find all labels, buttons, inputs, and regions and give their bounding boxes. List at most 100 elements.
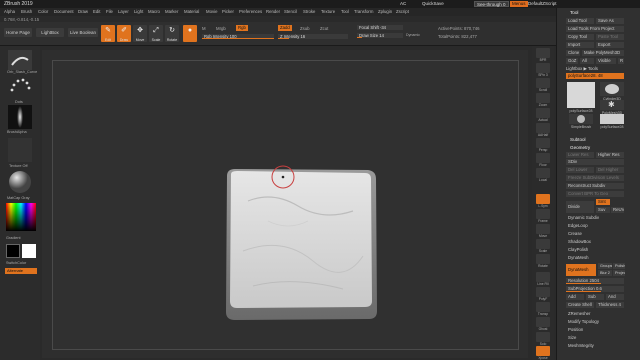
reuv-button[interactable]: ReUV bbox=[611, 207, 624, 213]
frame-button[interactable]: Frame bbox=[536, 209, 550, 223]
transp-button[interactable]: Transp bbox=[536, 302, 550, 316]
zoom-button[interactable]: Zoom bbox=[536, 93, 550, 107]
home-page-button[interactable]: Home Page bbox=[4, 28, 32, 37]
project-button[interactable]: Project bbox=[613, 270, 625, 276]
menu-light[interactable]: Light bbox=[134, 9, 143, 14]
current-tool-slider[interactable]: polySurface28. 48 bbox=[566, 73, 624, 79]
solo-button[interactable]: Solo bbox=[536, 332, 550, 346]
del-lower-button[interactable]: Del Lower bbox=[566, 167, 594, 173]
alternate-button[interactable]: Alternate bbox=[5, 268, 37, 274]
and-button[interactable]: And bbox=[606, 294, 624, 300]
ghost-button[interactable]: Ghost bbox=[536, 317, 550, 331]
draw-size-slider[interactable]: Draw Size 14 bbox=[357, 33, 403, 38]
subprojection-slider[interactable]: SubProjection 0.6 bbox=[566, 286, 624, 292]
zadd-button[interactable]: Zadd bbox=[278, 25, 292, 31]
clone-button[interactable]: Clone bbox=[566, 50, 580, 56]
add-button[interactable]: Add bbox=[566, 294, 584, 300]
all-button[interactable]: All bbox=[580, 58, 594, 64]
copy-tool-button[interactable]: Copy Tool bbox=[566, 34, 594, 40]
spix-button[interactable]: SPix 3 bbox=[536, 63, 550, 77]
size-header[interactable]: Size bbox=[568, 335, 576, 341]
divide-button[interactable]: Divide bbox=[566, 201, 594, 213]
resolution-slider[interactable]: Resolution 2504 bbox=[566, 278, 624, 284]
switch-color-button[interactable]: SwitchColor bbox=[6, 261, 26, 265]
convert-bpr-button[interactable]: Convert BPR To Geo bbox=[566, 191, 624, 197]
groups-button[interactable]: Groups bbox=[598, 263, 612, 269]
edgeloop-header[interactable]: EdgeLoop bbox=[568, 223, 588, 229]
focal-shift-slider[interactable]: Focal Shift -34 bbox=[357, 25, 403, 30]
polyf-button[interactable]: PolyF bbox=[536, 287, 550, 301]
zsub-button[interactable]: Zsub bbox=[300, 26, 310, 31]
document-canvas[interactable] bbox=[52, 60, 519, 350]
material-sphere-button[interactable]: ● bbox=[183, 25, 197, 42]
menu-color[interactable]: Color bbox=[38, 9, 48, 14]
sdiv-slider[interactable]: SDiv bbox=[566, 159, 624, 165]
menu-document[interactable]: Document bbox=[54, 9, 74, 14]
crease-header[interactable]: Crease bbox=[568, 231, 582, 237]
menu-material[interactable]: Material bbox=[184, 9, 199, 14]
scroll-button[interactable]: Scroll bbox=[536, 78, 550, 92]
menu-brush[interactable]: Brush bbox=[21, 9, 32, 14]
see-through-slider[interactable]: See-through 0 bbox=[474, 1, 509, 7]
default-zscript-button[interactable]: DefaultZScript bbox=[526, 1, 559, 7]
scale-view-button[interactable]: Scale bbox=[536, 239, 550, 253]
z-intensity-slider[interactable]: Z Intensity 16 bbox=[278, 34, 348, 39]
menu-picker[interactable]: Picker bbox=[222, 9, 234, 14]
brush-thumbnail[interactable] bbox=[8, 50, 32, 70]
scale-mode-button[interactable]: ⤢ Scale bbox=[149, 25, 163, 42]
reconstruct-subdiv-button[interactable]: Reconstruct Subdiv bbox=[566, 183, 624, 189]
lower-res-button[interactable]: Lower Res bbox=[566, 152, 594, 158]
persp-button[interactable]: Persp bbox=[536, 138, 550, 152]
freeze-subdiv-button[interactable]: Freeze SubDivision Levels bbox=[566, 175, 624, 181]
import-button[interactable]: Import bbox=[566, 42, 594, 48]
menu-tool[interactable]: Tool bbox=[341, 9, 349, 14]
edit-mode-button[interactable]: ✎ Edit bbox=[101, 25, 115, 42]
menu-render[interactable]: Render bbox=[266, 9, 280, 14]
rgb-button[interactable]: Rgb bbox=[236, 25, 248, 31]
menu-draw[interactable]: Draw bbox=[78, 9, 88, 14]
menus-button[interactable]: Menus bbox=[510, 1, 528, 7]
dynamesh-button[interactable]: DynaMesh bbox=[566, 264, 596, 276]
tool-thumb-cylinder[interactable]: Cylinder3D bbox=[600, 82, 624, 101]
tool-thumb-simplebrush[interactable]: SimpleBrush bbox=[569, 114, 593, 129]
menu-stroke[interactable]: Stroke bbox=[303, 9, 315, 14]
dynamic-button[interactable]: Dynamic bbox=[406, 33, 420, 37]
zremesher-header[interactable]: ZRemesher bbox=[568, 311, 590, 317]
aahalf-button[interactable]: AAHalf bbox=[536, 123, 550, 137]
r-button[interactable]: R bbox=[618, 58, 624, 64]
move-mode-button[interactable]: ✥ Move bbox=[133, 25, 147, 42]
ac-button[interactable]: AC bbox=[398, 1, 408, 7]
blur-slider[interactable]: Blur 2 bbox=[598, 270, 612, 276]
load-tool-button[interactable]: Load Tool bbox=[566, 18, 594, 24]
menu-preferences[interactable]: Preferences bbox=[239, 9, 262, 14]
visible-button[interactable]: Visible bbox=[596, 58, 616, 64]
save-as-button[interactable]: Save As bbox=[596, 18, 624, 24]
viewport[interactable] bbox=[53, 61, 520, 351]
geometry-header[interactable]: Geometry bbox=[570, 145, 590, 150]
export-button[interactable]: Export bbox=[596, 42, 624, 48]
menu-transform[interactable]: Transform bbox=[354, 9, 373, 14]
zcut-button[interactable]: Zcut bbox=[320, 26, 328, 31]
actual-button[interactable]: Actual bbox=[536, 108, 550, 122]
smt-button[interactable]: Smt bbox=[596, 199, 610, 205]
draw-mode-button[interactable]: ✐ Draw bbox=[117, 25, 131, 42]
rgb-intensity-slider[interactable]: Rgb Intensity 100 bbox=[202, 34, 274, 39]
tool-thumb-polymesh[interactable]: ✱ PolyMesh3D bbox=[600, 100, 624, 115]
claypolish-header[interactable]: ClayPolish bbox=[568, 247, 588, 253]
alpha-thumbnail[interactable] bbox=[8, 105, 32, 129]
tool-thumb-polysurface[interactable]: polySurface28 bbox=[567, 82, 595, 113]
stroke-thumbnail[interactable] bbox=[8, 76, 32, 100]
tool-thumb-polysurface-2[interactable]: polySurface28 bbox=[600, 114, 624, 129]
menu-marker[interactable]: Marker bbox=[165, 9, 178, 14]
quicksave-button[interactable]: QuickSave bbox=[420, 1, 446, 7]
menu-zscript[interactable]: Zscript bbox=[396, 9, 409, 14]
main-color-swatch[interactable] bbox=[6, 244, 20, 258]
menu-macro[interactable]: Macro bbox=[148, 9, 160, 14]
menu-movie[interactable]: Movie bbox=[206, 9, 217, 14]
xpose-button[interactable]: Xpose bbox=[536, 346, 550, 360]
move-view-button[interactable]: Move bbox=[536, 224, 550, 238]
shadowbox-header[interactable]: ShadowBox bbox=[568, 239, 591, 245]
dynamesh-header[interactable]: DynaMesh bbox=[568, 255, 589, 261]
polish-button[interactable]: Polish bbox=[613, 263, 625, 269]
create-shell-button[interactable]: Create Shell bbox=[566, 302, 594, 308]
